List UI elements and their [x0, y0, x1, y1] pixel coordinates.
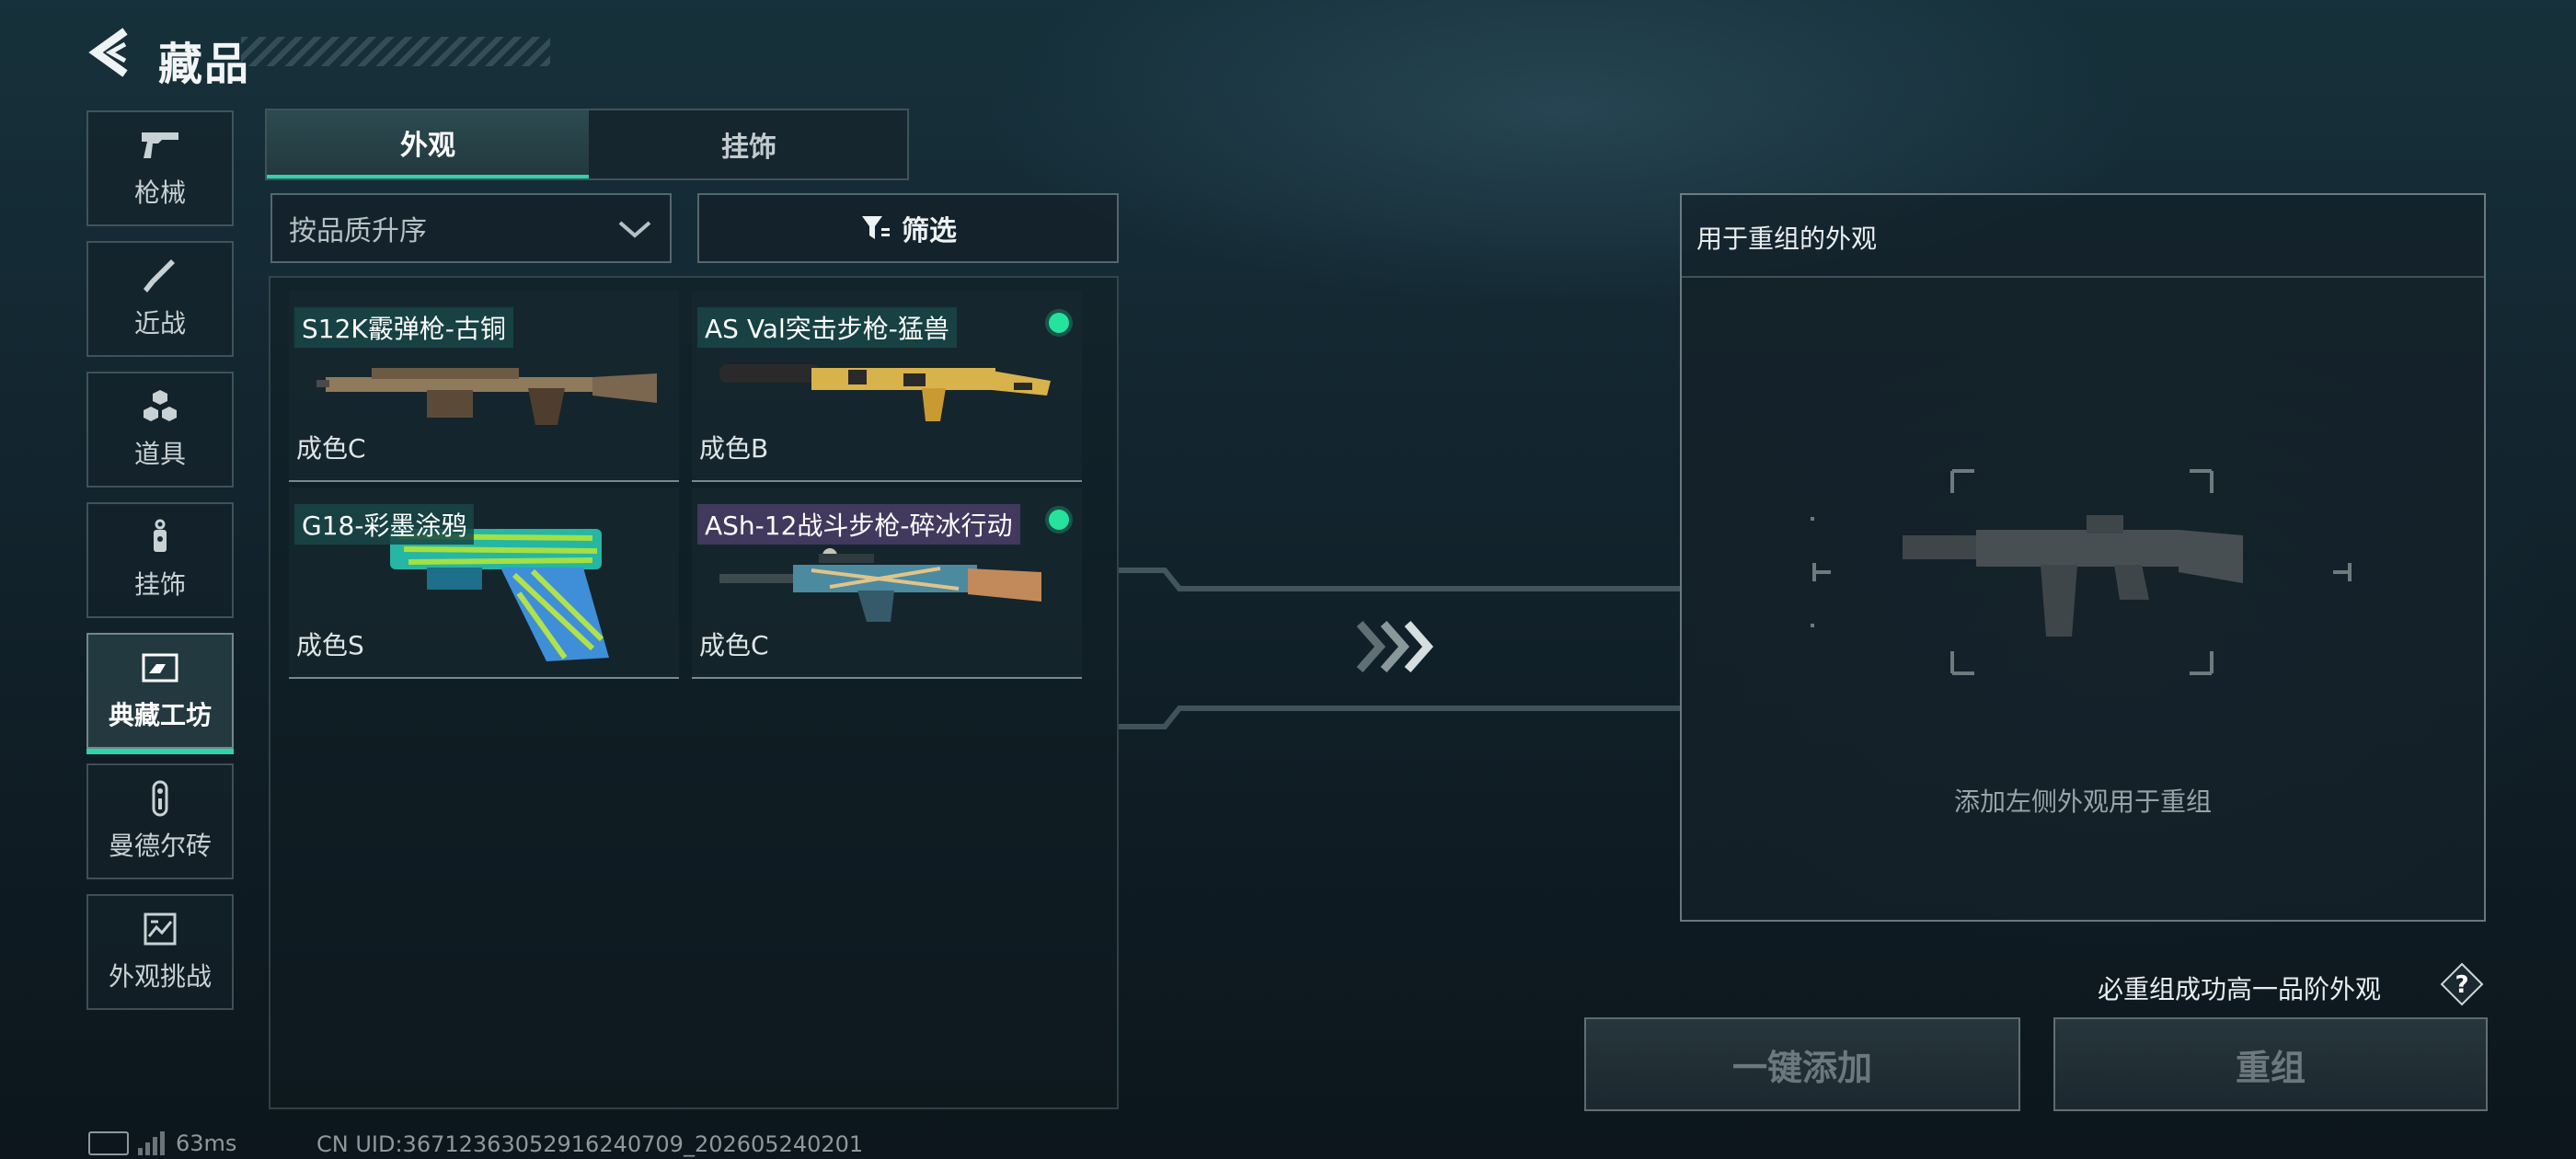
- new-indicator-dot: [1049, 510, 1069, 530]
- ping-value: 63ms: [176, 1130, 237, 1156]
- skin-grade: 成色C: [699, 630, 769, 660]
- keychain-icon: [154, 519, 167, 552]
- svg-text:?: ?: [2455, 971, 2468, 999]
- sidebar-item-guns[interactable]: 枪械: [86, 110, 234, 226]
- sidebar-item-mandel-brick[interactable]: 曼德尔砖: [86, 763, 234, 879]
- filter-label: 筛选: [902, 215, 957, 247]
- hexagon-cluster-icon: [144, 390, 177, 421]
- workshop-card-icon: [142, 653, 178, 683]
- skin-name: G18-彩墨涂鸦: [294, 504, 475, 545]
- sidebar-item-label: 道具: [133, 439, 186, 469]
- skin-grade: 成色S: [296, 630, 364, 660]
- forward-arrows-icon: [1356, 621, 1433, 672]
- sort-dropdown-value: 按品质升序: [289, 215, 427, 247]
- tab-bar: 外观 挂饰: [265, 109, 909, 180]
- skin-name: ASh-12战斗步枪-碎冰行动: [697, 504, 1020, 545]
- recompose-drop-area[interactable]: 添加左侧外观用于重组: [1682, 278, 2484, 920]
- sidebar-item-label: 枪械: [133, 178, 186, 208]
- recompose-button[interactable]: 重组: [2053, 1017, 2488, 1111]
- recompose-panel-title: 用于重组的外观: [1696, 224, 1878, 254]
- skin-card[interactable]: AS Val突击步枪-猛兽 成色B: [692, 291, 1082, 482]
- filter-button[interactable]: 筛选: [697, 193, 1119, 263]
- mandel-brick-icon: [152, 780, 168, 817]
- skin-name: AS Val突击步枪-猛兽: [697, 307, 957, 348]
- challenge-map-icon: [144, 912, 177, 946]
- rifle-placeholder-icon: [1811, 469, 2352, 675]
- new-indicator-dot: [1049, 313, 1069, 333]
- skin-grade: 成色B: [699, 433, 769, 464]
- tab-charms[interactable]: 挂饰: [591, 110, 907, 178]
- skin-card[interactable]: ASh-12战斗步枪-碎冰行动 成色C: [692, 488, 1082, 679]
- page-title: 藏品: [158, 39, 251, 90]
- shotgun-image: [316, 368, 657, 425]
- battle-rifle-image: [719, 548, 1041, 622]
- title-decoration-stripe: [241, 37, 550, 66]
- status-bar: 63ms: [88, 1130, 236, 1157]
- back-chevron-icon[interactable]: [85, 26, 138, 79]
- recompose-panel: 用于重组的外观 添加左侧外观用于重组: [1680, 193, 2486, 922]
- skin-list-panel: S12K霰弹枪-古铜 成色C AS Val突击步枪-猛兽 成色B G18-彩墨涂…: [269, 276, 1119, 1109]
- user-uid: CN UID:36712363052916240709_202605240201: [316, 1131, 864, 1157]
- help-question-icon[interactable]: ?: [2440, 962, 2484, 1006]
- sidebar-item-props[interactable]: 道具: [86, 372, 234, 488]
- sidebar-item-label: 近战: [133, 308, 186, 339]
- filter-funnel-icon: [862, 216, 890, 239]
- skin-grade: 成色C: [296, 433, 366, 464]
- skin-card[interactable]: G18-彩墨涂鸦 成色S: [289, 488, 679, 679]
- tab-skins[interactable]: 外观: [267, 110, 589, 178]
- assault-rifle-image: [719, 364, 1051, 421]
- sidebar-item-charms[interactable]: 挂饰: [86, 502, 234, 618]
- sidebar-item-label: 外观挑战: [108, 961, 212, 992]
- skin-name: S12K霰弹枪-古铜: [294, 307, 513, 348]
- sidebar-item-workshop[interactable]: 典藏工坊: [86, 633, 234, 754]
- sidebar-item-melee[interactable]: 近战: [86, 241, 234, 357]
- pistol-icon: [142, 132, 178, 158]
- sidebar-item-label: 曼德尔砖: [108, 831, 212, 861]
- add-all-button[interactable]: 一键添加: [1584, 1017, 2020, 1111]
- chevron-down-icon: [618, 221, 651, 238]
- sort-dropdown[interactable]: 按品质升序: [270, 193, 672, 263]
- knife-icon: [144, 259, 175, 293]
- guarantee-text: 必重组成功高一品阶外观: [2098, 974, 2382, 1004]
- recompose-hint: 添加左侧外观用于重组: [1953, 786, 2212, 817]
- sidebar-item-label: 挂饰: [133, 569, 186, 600]
- signal-icon: [138, 1131, 165, 1155]
- battery-icon: [88, 1131, 129, 1155]
- skin-card[interactable]: S12K霰弹枪-古铜 成色C: [289, 291, 679, 482]
- sidebar-item-label: 典藏工坊: [108, 700, 212, 730]
- sidebar-item-skin-challenge[interactable]: 外观挑战: [86, 894, 234, 1010]
